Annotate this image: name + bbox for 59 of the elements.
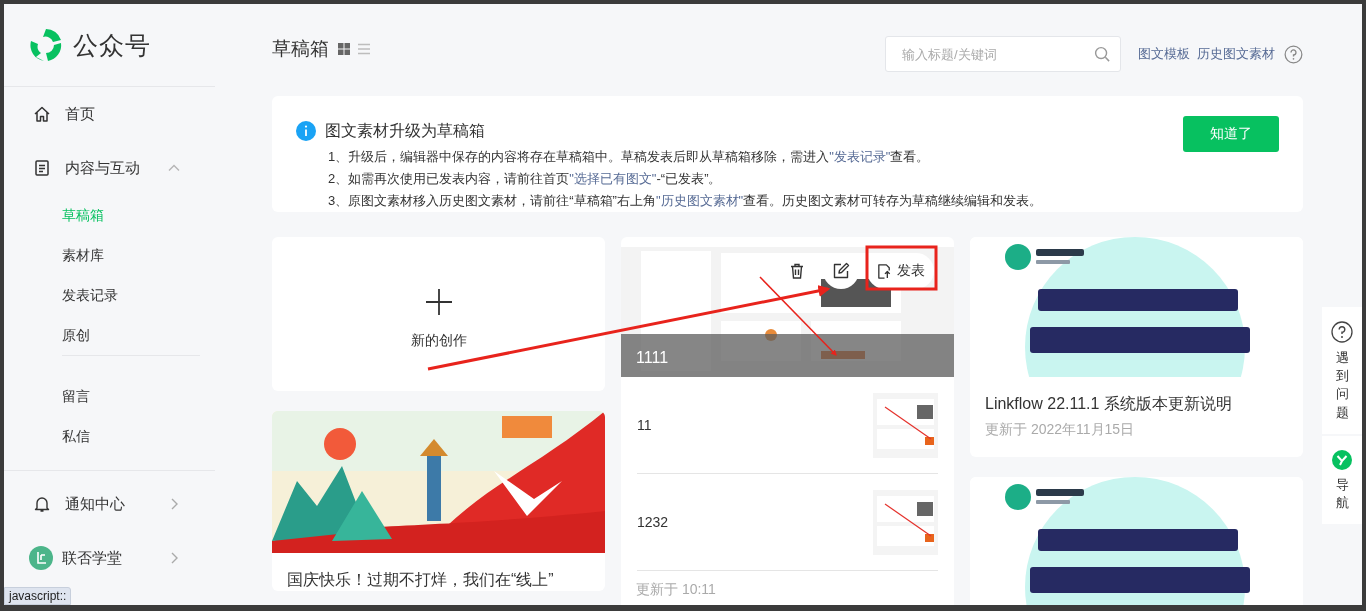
- draft-title: Linkflow 22.11.1 系统版本更新说明: [984, 394, 1233, 414]
- header-link[interactable]: 历史图文素材: [1197, 45, 1275, 63]
- nav-subitem[interactable]: 私信: [4, 416, 215, 456]
- nav-subitem[interactable]: 原创: [4, 315, 215, 355]
- nav-subitem[interactable]: 留言: [4, 376, 215, 416]
- help-label: 遇到问题: [1335, 349, 1349, 422]
- question-icon: [1331, 321, 1353, 343]
- notice-text: -“已发表”。: [656, 171, 722, 186]
- nav-label: 内容与互动: [65, 158, 140, 178]
- article-title: 1232: [637, 514, 669, 530]
- nav-subitem[interactable]: 发表记录: [4, 275, 215, 315]
- publish-icon: [876, 262, 893, 280]
- notice-text: 查看。历史图文素材可转存为草稿继续编辑和发表。: [743, 193, 1043, 208]
- edit-icon: [832, 262, 850, 280]
- nav-label: 首页: [65, 104, 95, 124]
- trash-icon: [788, 262, 806, 280]
- help-panel-item[interactable]: 导航: [1322, 435, 1362, 525]
- search-field[interactable]: 输入标题/关键词: [885, 36, 1121, 72]
- nav-item[interactable]: 联否学堂: [4, 531, 215, 585]
- draft-card[interactable]: Linkflow 22.11.1 系统版本更新说明 更新于 2022年11月15日: [970, 237, 1303, 457]
- help-label: 导航: [1335, 475, 1349, 512]
- update-time: 更新于 10:11: [635, 580, 717, 599]
- notice-title: 图文素材升级为草稿箱: [325, 120, 485, 141]
- nav-item[interactable]: 首页: [4, 87, 215, 141]
- info-icon: [296, 121, 316, 141]
- nav-label: 联否学堂: [62, 548, 122, 568]
- notice-link[interactable]: "选择已有图文": [569, 171, 657, 186]
- page-title: 草稿箱: [272, 37, 329, 61]
- bell-icon: [33, 495, 51, 513]
- new-creation-label: 新的创作: [410, 332, 467, 350]
- notice-text: 2、如需再次使用已发表内容，请前往首页: [328, 171, 570, 186]
- nav-subitem[interactable]: 素材库: [4, 235, 215, 275]
- status-url: javascript::: [4, 587, 72, 605]
- help-icon[interactable]: [1284, 44, 1303, 64]
- draft-title: 国庆快乐！过期不打烊，我们在“线上”: [286, 570, 555, 590]
- notice-link[interactable]: "发表记录": [829, 149, 891, 164]
- help-panel-item[interactable]: 遇到问题: [1322, 307, 1362, 434]
- home-icon: [33, 105, 51, 123]
- plus-icon: [424, 288, 453, 316]
- draft-card[interactable]: 1111 发表 11 1232 更新于 10:11: [621, 237, 954, 605]
- search-icon: [1094, 46, 1111, 63]
- notice-text: 查看。: [890, 149, 930, 164]
- nav-group-header[interactable]: 内容与互动: [4, 141, 215, 195]
- notice-link[interactable]: "历史图文素材": [655, 193, 744, 208]
- article-title: 11: [637, 417, 652, 433]
- avatar-icon: [29, 546, 53, 570]
- nav-item[interactable]: 通知中心: [4, 477, 215, 531]
- logo-icon: [28, 27, 64, 63]
- app-name: 公众号: [73, 29, 151, 61]
- article-title: 1111: [636, 349, 669, 367]
- draft-card[interactable]: 国庆快乐！过期不打烊，我们在“线上”: [272, 411, 605, 591]
- notice-text: 1、升级后，编辑器中保存的内容将存在草稿箱中。草稿发表后即从草稿箱移除，需进入: [328, 149, 830, 164]
- document-icon: [33, 159, 51, 177]
- new-creation-card[interactable]: 新的创作: [272, 237, 605, 391]
- nav-label: 通知中心: [65, 494, 125, 514]
- grid-view-icon[interactable]: [337, 42, 351, 56]
- update-time: 更新于 2022年11月15日: [984, 420, 1136, 439]
- header-link[interactable]: 图文模板: [1138, 45, 1190, 63]
- notice-text: 3、原图文素材移入历史图文素材，请前往“草稿箱”右上角: [328, 193, 656, 208]
